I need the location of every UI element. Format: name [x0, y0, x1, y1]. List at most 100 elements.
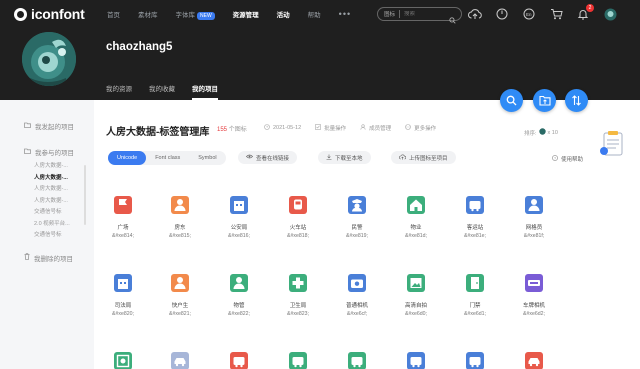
- icon-name: 卫生局: [289, 303, 307, 309]
- svg-text:?: ?: [554, 156, 556, 160]
- icon-card[interactable]: [450, 352, 500, 369]
- icon-card[interactable]: 司法局 &#xe820;: [98, 274, 148, 317]
- logo-text: iconfont: [31, 6, 85, 22]
- help-link[interactable]: ? 使用帮助: [552, 155, 583, 163]
- header-actions: En 2: [468, 4, 630, 21]
- tab-my-resources[interactable]: 我的资源: [106, 83, 132, 100]
- tab-my-favorites[interactable]: 我的收藏: [149, 83, 175, 100]
- assistant-illustration[interactable]: [598, 129, 626, 159]
- icon-card[interactable]: [332, 352, 382, 369]
- sidebar-group-joined[interactable]: 我参与的项目: [0, 146, 88, 158]
- icon-name: 物业: [410, 225, 422, 231]
- icon-name: 火车站: [289, 225, 307, 231]
- profile-avatar[interactable]: [22, 32, 76, 86]
- search-fab[interactable]: [500, 89, 523, 112]
- sort-label: 排序:: [524, 130, 537, 137]
- icon-card[interactable]: [155, 352, 205, 369]
- nav-activity[interactable]: 活动: [277, 9, 290, 19]
- sidebar-group-created[interactable]: 我发起的项目: [0, 120, 88, 132]
- tab-symbol[interactable]: Symbol: [189, 151, 225, 165]
- camera-icon: [348, 274, 366, 292]
- nav-resource-manage[interactable]: 资源管理: [233, 9, 259, 19]
- icon-name: 网格员: [525, 225, 543, 231]
- plate-icon: [525, 274, 543, 292]
- nav-home[interactable]: 首页: [107, 9, 120, 19]
- sort-control[interactable]: 排序: x 10: [524, 128, 558, 137]
- tab-unicode[interactable]: Unicode: [108, 151, 147, 165]
- language-icon[interactable]: En: [522, 7, 536, 21]
- cross-icon: [289, 274, 307, 292]
- sidebar-project-item[interactable]: 人房大数据-...: [0, 161, 88, 173]
- icon-card[interactable]: 快户生 &#xe821;: [155, 274, 205, 317]
- sidebar-project-item-active[interactable]: 人房大数据-...: [0, 173, 88, 185]
- bus-icon: [289, 352, 307, 369]
- sidebar-project-item[interactable]: 2.0 视频平台...: [0, 219, 88, 231]
- nav-fonts[interactable]: 字体库 NEW: [176, 9, 215, 20]
- sidebar-project-item[interactable]: 人房大数据-...: [0, 184, 88, 196]
- icon-card[interactable]: [391, 352, 441, 369]
- iconfont-logo[interactable]: iconfont: [14, 6, 99, 22]
- batch-action-button[interactable]: 批量操作: [315, 124, 346, 132]
- upload-to-project-button[interactable]: 上传图标至项目: [391, 151, 456, 164]
- icon-card[interactable]: 高清自拍 &#xe6d0;: [391, 274, 441, 317]
- icon-card[interactable]: 普通相机 &#xe6cf;: [332, 274, 382, 317]
- icon-card[interactable]: 火车站 &#xe818;: [273, 196, 323, 239]
- icon-card[interactable]: [509, 352, 559, 369]
- sidebar-scrollbar[interactable]: [84, 165, 86, 225]
- icon-card[interactable]: 物业 &#xe81d;: [391, 196, 441, 239]
- icon-card[interactable]: 车牌相机 &#xe6d2;: [509, 274, 559, 317]
- sidebar-group-deleted[interactable]: 我删除的项目: [0, 252, 88, 264]
- sort-fab[interactable]: [565, 89, 588, 112]
- icon-count-value: 155: [217, 127, 228, 133]
- download-button[interactable]: 下载至本地: [318, 151, 371, 164]
- notification-badge: 2: [586, 4, 594, 12]
- icon-name: 广场: [117, 225, 129, 231]
- image-icon: [407, 274, 425, 292]
- car-icon: [171, 352, 189, 369]
- icon-card[interactable]: 门禁 &#xe6d1;: [450, 274, 500, 317]
- icon-card[interactable]: 公安局 &#xe816;: [214, 196, 264, 239]
- icon-name: 房东: [174, 225, 186, 231]
- cart-icon[interactable]: [549, 7, 563, 21]
- icon-name: 客运站: [466, 225, 484, 231]
- icon-card[interactable]: [214, 352, 264, 369]
- search-icon[interactable]: [449, 11, 456, 29]
- icon-card[interactable]: 客运站 &#xe81e;: [450, 196, 500, 239]
- search-input[interactable]: [404, 11, 455, 17]
- more-actions-button[interactable]: 更多操作: [405, 124, 436, 132]
- icon-code: &#xe822;: [228, 311, 250, 317]
- sidebar-project-item[interactable]: 交通信号标: [0, 230, 88, 242]
- icon-code: &#xe6d2;: [523, 311, 545, 317]
- user-avatar-icon[interactable]: [603, 7, 617, 21]
- sidebar-project-item[interactable]: 人房大数据-...: [0, 196, 88, 208]
- icon-code: &#xe823;: [287, 311, 309, 317]
- flag-icon: [114, 196, 132, 214]
- icon-card[interactable]: 卫生局 &#xe823;: [273, 274, 323, 317]
- nav-help[interactable]: 帮助: [308, 9, 321, 19]
- view-online-link-button[interactable]: 查看在线链接: [238, 151, 298, 164]
- sidebar-project-item[interactable]: 交通信号标: [0, 207, 88, 219]
- icon-card[interactable]: [273, 352, 323, 369]
- nav-more-icon[interactable]: •••: [339, 9, 351, 19]
- person-icon: [171, 196, 189, 214]
- icon-card[interactable]: 民警 &#xe819;: [332, 196, 382, 239]
- members-icon: [360, 124, 366, 132]
- power-icon[interactable]: [495, 7, 509, 21]
- icon-card[interactable]: 房东 &#xe815;: [155, 196, 205, 239]
- icon-card[interactable]: 网格员 &#xe81f;: [509, 196, 559, 239]
- members-button[interactable]: 成员管理: [360, 124, 391, 132]
- upload-icon[interactable]: [468, 7, 482, 21]
- train-icon: [289, 196, 307, 214]
- clock-icon: [264, 124, 270, 132]
- person-icon: [230, 274, 248, 292]
- nav-library[interactable]: 素材库: [138, 9, 158, 19]
- icon-card[interactable]: [98, 352, 148, 369]
- tab-my-projects[interactable]: 我的项目: [192, 83, 218, 100]
- icon-card[interactable]: 广场 &#xe814;: [98, 196, 148, 239]
- icon-card[interactable]: 物管 &#xe822;: [214, 274, 264, 317]
- tab-font-class[interactable]: Font class: [146, 151, 189, 165]
- sidebar-group-deleted-label: 我删除的项目: [34, 255, 73, 263]
- search-scope-select[interactable]: 图标: [384, 10, 401, 18]
- bell-icon[interactable]: 2: [576, 4, 594, 21]
- folder-upload-fab[interactable]: [533, 89, 556, 112]
